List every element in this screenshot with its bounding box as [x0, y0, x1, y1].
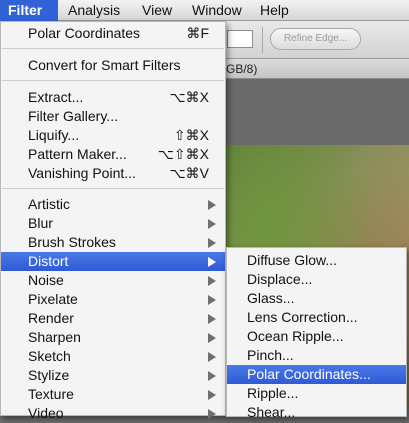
menu-item-label: Ocean Ripple...	[247, 328, 344, 344]
menu-item-render[interactable]: Render	[1, 309, 225, 328]
menu-item-label: Convert for Smart Filters	[28, 57, 181, 73]
document-mode-text: GB/8)	[226, 62, 258, 76]
menu-item-shortcut: ⌘F	[186, 25, 209, 41]
options-divider	[262, 27, 263, 53]
menu-item-label: Polar Coordinates...	[247, 366, 371, 382]
menu-item-label: Pixelate	[28, 291, 78, 307]
menu-item-stylize[interactable]: Stylize	[1, 366, 225, 385]
menu-item-label: Ripple...	[247, 385, 299, 401]
submenu-arrow-icon	[208, 257, 216, 267]
menu-item-sketch[interactable]: Sketch	[1, 347, 225, 366]
menu-item-convert-smart-filters[interactable]: Convert for Smart Filters	[1, 56, 225, 75]
distort-submenu: Diffuse Glow... Displace... Glass... Len…	[226, 247, 407, 420]
menu-item-label: Stylize	[28, 367, 70, 383]
menu-item-vanishing-point[interactable]: Vanishing Point... ⌥⌘V	[1, 164, 225, 183]
menu-item-liquify[interactable]: Liquify... ⇧⌘X	[1, 126, 225, 145]
menu-item-label: Render	[28, 310, 74, 326]
menu-item-label: Vanishing Point...	[28, 165, 136, 181]
menu-item-filter-gallery[interactable]: Filter Gallery...	[1, 107, 225, 126]
menu-item-label: Diffuse Glow...	[247, 252, 338, 268]
menu-separator	[2, 80, 224, 81]
menu-item-pinch[interactable]: Pinch...	[227, 346, 406, 365]
menu-item-ocean-ripple[interactable]: Ocean Ripple...	[227, 327, 406, 346]
menu-item-label: Sharpen	[28, 329, 81, 345]
submenu-arrow-icon	[208, 200, 216, 210]
menu-item-shortcut: ⌥⌘X	[169, 89, 209, 105]
submenu-arrow-icon	[208, 352, 216, 362]
menu-item-pattern-maker[interactable]: Pattern Maker... ⌥⇧⌘X	[1, 145, 225, 164]
menu-item-label: Glass...	[247, 290, 295, 306]
menu-item-displace[interactable]: Displace...	[227, 270, 406, 289]
menu-item-label: Sketch	[28, 348, 71, 364]
menu-item-distort[interactable]: Distort	[1, 252, 225, 271]
submenu-arrow-icon	[208, 409, 216, 419]
menu-item-video[interactable]: Video	[1, 404, 225, 423]
menubar-help[interactable]: Help	[252, 0, 297, 21]
menu-separator	[2, 48, 224, 49]
menu-item-noise[interactable]: Noise	[1, 271, 225, 290]
menu-item-label: Blur	[28, 215, 53, 231]
submenu-arrow-icon	[208, 314, 216, 324]
menu-item-texture[interactable]: Texture	[1, 385, 225, 404]
menu-item-label: Liquify...	[28, 127, 80, 143]
menu-item-polar-coordinates[interactable]: Polar Coordinates...	[227, 365, 406, 384]
menu-item-label: Polar Coordinates	[28, 25, 141, 41]
menu-item-brush-strokes[interactable]: Brush Strokes	[1, 233, 225, 252]
menu-item-shortcut: ⌥⌘V	[169, 165, 209, 181]
menu-item-label: Displace...	[247, 271, 313, 287]
menu-item-label: Pattern Maker...	[28, 146, 127, 162]
menu-item-label: Texture	[28, 386, 74, 402]
menu-item-shortcut: ⇧⌘X	[173, 127, 209, 143]
menu-item-pixelate[interactable]: Pixelate	[1, 290, 225, 309]
menu-item-extract[interactable]: Extract... ⌥⌘X	[1, 88, 225, 107]
submenu-arrow-icon	[208, 295, 216, 305]
submenu-arrow-icon	[208, 238, 216, 248]
menu-item-label: Shear...	[247, 404, 296, 420]
options-field[interactable]	[227, 30, 253, 48]
menubar-window[interactable]: Window	[184, 0, 250, 21]
refine-edge-button[interactable]: Refine Edge...	[270, 28, 361, 50]
menubar-filter[interactable]: Filter	[0, 0, 58, 21]
menu-item-label: Brush Strokes	[28, 234, 116, 250]
menu-item-label: Pinch...	[247, 347, 294, 363]
menu-item-label: Artistic	[28, 196, 70, 212]
menu-item-label: Distort	[28, 253, 69, 269]
menubar-view[interactable]: View	[134, 0, 180, 21]
menu-item-lens-correction[interactable]: Lens Correction...	[227, 308, 406, 327]
submenu-arrow-icon	[208, 219, 216, 229]
menu-item-diffuse-glow[interactable]: Diffuse Glow...	[227, 251, 406, 270]
menu-item-label: Extract...	[28, 89, 84, 105]
menu-item-label: Lens Correction...	[247, 309, 358, 325]
menu-item-sharpen[interactable]: Sharpen	[1, 328, 225, 347]
menubar-analysis[interactable]: Analysis	[60, 0, 128, 21]
submenu-arrow-icon	[208, 276, 216, 286]
menu-item-ripple[interactable]: Ripple...	[227, 384, 406, 403]
menu-item-label: Video	[28, 405, 64, 421]
submenu-arrow-icon	[208, 333, 216, 343]
menu-item-blur[interactable]: Blur	[1, 214, 225, 233]
menu-separator	[2, 188, 224, 189]
submenu-arrow-icon	[208, 390, 216, 400]
app-menubar: Filter Analysis View Window Help	[0, 0, 409, 21]
menu-item-glass[interactable]: Glass...	[227, 289, 406, 308]
menu-item-last-filter[interactable]: Polar Coordinates ⌘F	[1, 24, 225, 43]
filter-menu: Polar Coordinates ⌘F Convert for Smart F…	[0, 21, 226, 421]
menu-item-shortcut: ⌥⇧⌘X	[157, 146, 209, 162]
menu-item-shear[interactable]: Shear...	[227, 403, 406, 422]
submenu-arrow-icon	[208, 371, 216, 381]
menu-item-artistic[interactable]: Artistic	[1, 195, 225, 214]
menu-item-label: Noise	[28, 272, 64, 288]
menu-item-label: Filter Gallery...	[28, 108, 118, 124]
